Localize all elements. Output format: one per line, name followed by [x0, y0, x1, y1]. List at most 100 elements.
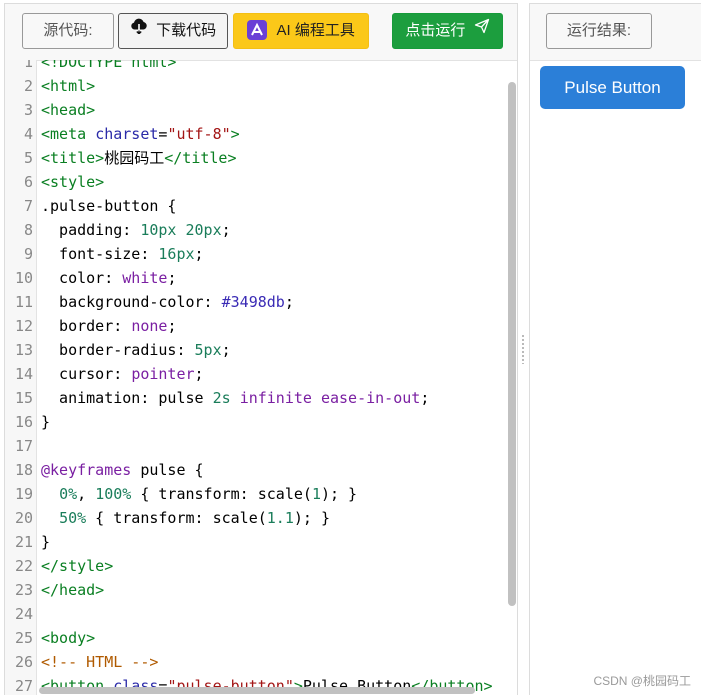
code-token: infinite ease-in-out — [239, 389, 421, 407]
code-token: color: — [41, 269, 123, 287]
send-icon — [474, 13, 490, 47]
code-token: padding: — [41, 221, 141, 239]
code-token: ; — [221, 221, 231, 239]
code-text: <!-- HTML --> — [41, 650, 158, 674]
code-text: } — [41, 530, 50, 554]
source-panel: 源代码: 下载代码 AI 编程工具 点击运行 1 <!DOCTYPE html>… — [4, 3, 518, 695]
code-line: 15 animation: pulse 2s infinite ease-in-… — [5, 386, 517, 410]
line-number: 20 — [14, 509, 33, 527]
line-number: 6 — [23, 173, 33, 191]
code-token: ; — [420, 389, 430, 407]
line-number: 15 — [14, 389, 33, 407]
code-text: <meta charset="utf-8"> — [41, 122, 240, 146]
code-token: <!DOCTYPE html> — [41, 60, 177, 71]
code-token: #3498db — [221, 293, 285, 311]
line-number: 4 — [23, 125, 33, 143]
code-line: 16} — [5, 410, 517, 434]
code-token: } — [41, 413, 51, 431]
cloud-download-icon — [130, 13, 148, 47]
code-token: <!-- HTML --> — [41, 653, 159, 671]
code-token: ); } — [320, 485, 358, 503]
code-line: 1 <!DOCTYPE html> — [5, 60, 517, 74]
line-number: 3 — [23, 101, 33, 119]
line-number: 22 — [14, 557, 33, 575]
code-text: .pulse-button { — [41, 194, 176, 218]
code-line: 23 </head> — [5, 578, 517, 602]
code-token: font-size: — [41, 245, 159, 263]
line-number: 12 — [14, 317, 33, 335]
code-token: charset — [95, 125, 159, 143]
code-text: border-radius: 5px; — [41, 338, 231, 362]
code-editor[interactable]: 1 <!DOCTYPE html> 2 <html> 3 <head> 4 <meta cha… — [5, 60, 517, 695]
line-number: 2 — [23, 77, 33, 95]
code-token: ; — [194, 365, 204, 383]
code-text: <html> — [41, 74, 95, 98]
code-line: 12 border: none; — [5, 314, 517, 338]
line-number: 11 — [14, 293, 33, 311]
line-number: 5 — [23, 149, 33, 167]
line-number: 23 — [14, 581, 33, 599]
code-token: <body> — [41, 629, 96, 647]
code-token: > — [230, 125, 240, 143]
ai-tools-button[interactable]: AI 编程工具 — [233, 13, 369, 49]
code-token: </head> — [41, 581, 105, 599]
code-token: , — [77, 485, 96, 503]
code-line: 17 — [5, 434, 517, 458]
code-token: </style> — [41, 557, 114, 575]
code-line: 18 @keyframes pulse { — [5, 458, 517, 482]
line-number: 14 — [14, 365, 33, 383]
source-code-label-button[interactable]: 源代码: — [22, 13, 114, 49]
horizontal-scrollbar[interactable] — [39, 687, 475, 694]
code-token: border-radius: — [41, 341, 195, 359]
code-token: ; — [284, 293, 294, 311]
code-line: 22 </style> — [5, 554, 517, 578]
code-text: @keyframes pulse { — [41, 458, 204, 482]
code-token: ; — [167, 269, 177, 287]
code-text: cursor: pointer; — [41, 362, 204, 386]
code-token: } — [41, 533, 51, 551]
code-token: .pulse-button { — [41, 197, 177, 215]
panel-splitter-handle[interactable] — [521, 334, 525, 364]
run-result-label-button[interactable]: 运行结果: — [546, 13, 652, 49]
code-text: color: white; — [41, 266, 176, 290]
code-text: background-color: #3498db; — [41, 290, 294, 314]
code-token: @keyframes — [41, 461, 132, 479]
code-line: 26 <!-- HTML --> — [5, 650, 517, 674]
code-token: 1.1 — [266, 509, 294, 527]
code-token: <meta — [41, 125, 96, 143]
result-panel: 运行结果: Pulse Button — [529, 3, 701, 695]
code-line: 11 background-color: #3498db; — [5, 290, 517, 314]
line-number: 27 — [14, 677, 33, 695]
code-token: { transform: scale( — [131, 485, 312, 503]
line-number: 16 — [14, 413, 33, 431]
code-text: 50% { transform: scale(1.1); } — [41, 506, 330, 530]
code-token: </title> — [164, 149, 237, 167]
code-token: 50% — [59, 509, 87, 527]
source-toolbar: 源代码: 下载代码 AI 编程工具 点击运行 — [5, 4, 517, 61]
run-label: 点击运行 — [405, 22, 466, 39]
line-number: 18 — [14, 461, 33, 479]
ai-logo-icon — [247, 20, 268, 41]
code-text: </style> — [41, 554, 113, 578]
code-line: 24 — [5, 602, 517, 626]
code-line: 8 padding: 10px 20px; — [5, 218, 517, 242]
code-token: <head> — [41, 101, 96, 119]
code-text: <!DOCTYPE html> — [41, 60, 176, 74]
code-token: 100% — [95, 485, 132, 503]
run-button[interactable]: 点击运行 — [392, 13, 503, 49]
code-token: <html> — [41, 77, 96, 95]
vertical-scrollbar[interactable] — [508, 82, 516, 606]
code-line: 25 <body> — [5, 626, 517, 650]
line-number: 21 — [14, 533, 33, 551]
code-token: ; — [194, 245, 204, 263]
pulse-button-preview[interactable]: Pulse Button — [540, 66, 685, 109]
code-token: cursor: — [41, 365, 132, 383]
code-text: <head> — [41, 98, 95, 122]
code-token: pulse { — [131, 461, 204, 479]
code-line: 3 <head> — [5, 98, 517, 122]
line-number: 26 — [14, 653, 33, 671]
download-code-button[interactable]: 下载代码 — [118, 13, 228, 49]
download-code-label: 下载代码 — [156, 22, 217, 39]
line-number: 1 — [23, 60, 33, 71]
